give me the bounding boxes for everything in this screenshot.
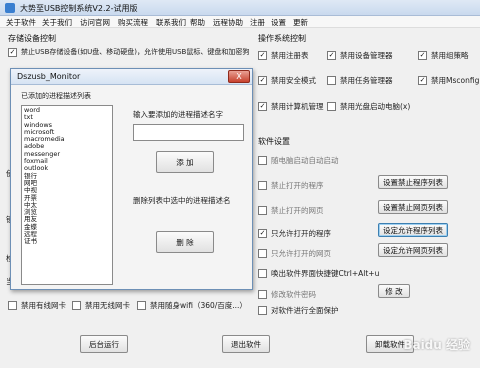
sw-allow-programs[interactable]: 只允许打开的程序: [258, 228, 331, 239]
app-icon: [5, 3, 15, 13]
sw-hotkey[interactable]: 唤出软件界面快捷键Ctrl+Alt+u: [258, 268, 379, 279]
sys-check-registry[interactable]: 禁用注册表: [258, 50, 309, 61]
watermark: Baidu 经验: [403, 338, 470, 352]
close-icon[interactable]: X: [228, 70, 250, 83]
check-label: 禁用组策略: [431, 51, 469, 60]
window-title: 大势至USB控制系统V2.2-试用版: [20, 4, 138, 13]
checkbox[interactable]: [258, 181, 267, 190]
check-label: 禁用无线网卡: [85, 301, 130, 310]
check-label: 禁用设备管理器: [340, 51, 393, 60]
disable-portable-wifi[interactable]: 禁用随身wifi（360/百度...）: [137, 300, 247, 311]
check-label: 禁用计算机管理: [271, 102, 324, 111]
title-bar: 大势至USB控制系统V2.2-试用版: [0, 0, 480, 16]
sw-allow-pages[interactable]: 只允许打开的网页: [258, 248, 331, 259]
checkbox[interactable]: [258, 229, 267, 238]
checkbox[interactable]: [327, 51, 336, 60]
checkbox[interactable]: [137, 301, 146, 310]
check-label: 禁用光盘启动电脑(x): [340, 102, 411, 111]
sys-check-msconfig[interactable]: 禁用Msconfig: [418, 75, 479, 86]
set-allowed-pages-button[interactable]: 设定允许网页列表: [378, 243, 448, 257]
sys-check-group-policy[interactable]: 禁用组策略: [418, 50, 469, 61]
check-label: 对软件进行全面保护: [271, 306, 339, 315]
check-label: 禁止打开的网页: [271, 206, 324, 215]
check-label: 禁用Msconfig: [431, 76, 480, 85]
menu-website[interactable]: 访问官网: [80, 17, 110, 28]
disable-wired-nic[interactable]: 禁用有线网卡: [8, 300, 66, 311]
sw-change-password[interactable]: 修改软件密码: [258, 289, 316, 300]
checkbox[interactable]: [258, 76, 267, 85]
check-label: 随电脑启动自动启动: [271, 156, 339, 165]
set-blocked-programs-button[interactable]: 设置禁止程序列表: [378, 175, 448, 189]
menu-register[interactable]: 注册: [250, 17, 265, 28]
main-window: 大势至USB控制系统V2.2-试用版 关于软件 关于我们 访问官网 购买流程 联…: [0, 0, 480, 368]
checkbox[interactable]: [72, 301, 81, 310]
process-name-input[interactable]: [133, 124, 244, 141]
checkbox[interactable]: [418, 76, 427, 85]
menu-remote[interactable]: 远程协助: [213, 17, 243, 28]
checkbox[interactable]: [258, 102, 267, 111]
menu-purchase[interactable]: 购买流程: [118, 17, 148, 28]
check-label: 修改软件密码: [271, 290, 316, 299]
check-label: 唤出软件界面快捷键Ctrl+Alt+u: [271, 269, 380, 278]
delete-label: 删除列表中选中的进程描述名: [133, 196, 231, 205]
check-label: 禁用随身wifi（360/百度...）: [150, 301, 247, 310]
delete-button[interactable]: 删 除: [156, 231, 214, 253]
checkbox[interactable]: [258, 51, 267, 60]
menu-update[interactable]: 更新: [293, 17, 308, 28]
software-section-title: 软件设置: [258, 137, 290, 146]
menu-about-software[interactable]: 关于软件: [6, 17, 36, 28]
check-label: 禁止打开的程序: [271, 181, 324, 190]
list-item[interactable]: 证书: [24, 238, 110, 246]
sw-full-protection[interactable]: 对软件进行全面保护: [258, 305, 339, 316]
dialog-title-bar: Dszusb_Monitor X: [11, 69, 252, 85]
checkbox[interactable]: [258, 269, 267, 278]
sw-block-programs[interactable]: 禁止打开的程序: [258, 180, 324, 191]
storage-option-label: 禁止USB存储设备(如U盘、移动硬盘)，允许使用USB鼠标、键盘和加密狗: [21, 48, 250, 56]
menu-about-us[interactable]: 关于我们: [42, 17, 72, 28]
storage-section-title: 存储设备控制: [8, 34, 56, 43]
input-label: 输入要添加的进程描述名字: [133, 110, 223, 119]
dialog-title: Dszusb_Monitor: [17, 72, 81, 81]
exit-button[interactable]: 退出软件: [222, 335, 270, 353]
checkbox[interactable]: [327, 102, 336, 111]
check-label: 禁用安全模式: [271, 76, 316, 85]
list-item[interactable]: word: [24, 106, 110, 114]
checkbox[interactable]: [258, 156, 267, 165]
sys-check-cd-boot[interactable]: 禁用光盘启动电脑(x): [327, 101, 410, 112]
checkbox[interactable]: [258, 306, 267, 315]
check-label: 禁用有线网卡: [21, 301, 66, 310]
sys-check-computer-mgmt[interactable]: 禁用计算机管理: [258, 101, 324, 112]
modify-password-button[interactable]: 修 改: [378, 284, 410, 298]
checkbox[interactable]: [258, 206, 267, 215]
add-button[interactable]: 添 加: [156, 151, 214, 173]
check-label: 只允许打开的网页: [271, 249, 331, 258]
run-background-button[interactable]: 后台运行: [80, 335, 128, 353]
monitor-dialog: Dszusb_Monitor X 已添加的进程描述列表 word txt win…: [10, 68, 253, 290]
checkbox[interactable]: [327, 76, 336, 85]
process-list[interactable]: word txt windows microsoft macromedia ad…: [21, 105, 113, 285]
checkbox[interactable]: [258, 290, 267, 299]
check-label: 只允许打开的程序: [271, 229, 331, 238]
checkbox[interactable]: [8, 301, 17, 310]
sw-autostart[interactable]: 随电脑启动自动启动: [258, 155, 339, 166]
storage-option[interactable]: 禁止USB存储设备(如U盘、移动硬盘)，允许使用USB鼠标、键盘和加密狗: [8, 47, 249, 57]
menu-contact[interactable]: 联系我们: [156, 17, 186, 28]
sys-check-safe-mode[interactable]: 禁用安全模式: [258, 75, 316, 86]
check-label: 禁用注册表: [271, 51, 309, 60]
set-blocked-pages-button[interactable]: 设置禁止网页列表: [378, 200, 448, 214]
checkbox[interactable]: [418, 51, 427, 60]
sw-block-pages[interactable]: 禁止打开的网页: [258, 205, 324, 216]
checkbox[interactable]: [258, 249, 267, 258]
list-caption: 已添加的进程描述列表: [21, 92, 91, 100]
menu-help[interactable]: 帮助: [190, 17, 205, 28]
check-label: 禁用任务管理器: [340, 76, 393, 85]
menu-settings[interactable]: 设置: [271, 17, 286, 28]
sys-check-task-manager[interactable]: 禁用任务管理器: [327, 75, 393, 86]
sys-check-device-manager[interactable]: 禁用设备管理器: [327, 50, 393, 61]
menu-bar: 关于软件 关于我们 访问官网 购买流程 联系我们 帮助 远程协助 注册 设置 更…: [0, 16, 480, 28]
storage-radio[interactable]: [8, 47, 17, 57]
system-section-title: 操作系统控制: [258, 34, 306, 43]
set-allowed-programs-button[interactable]: 设定允许程序列表: [378, 223, 448, 237]
disable-wireless-nic[interactable]: 禁用无线网卡: [72, 300, 130, 311]
